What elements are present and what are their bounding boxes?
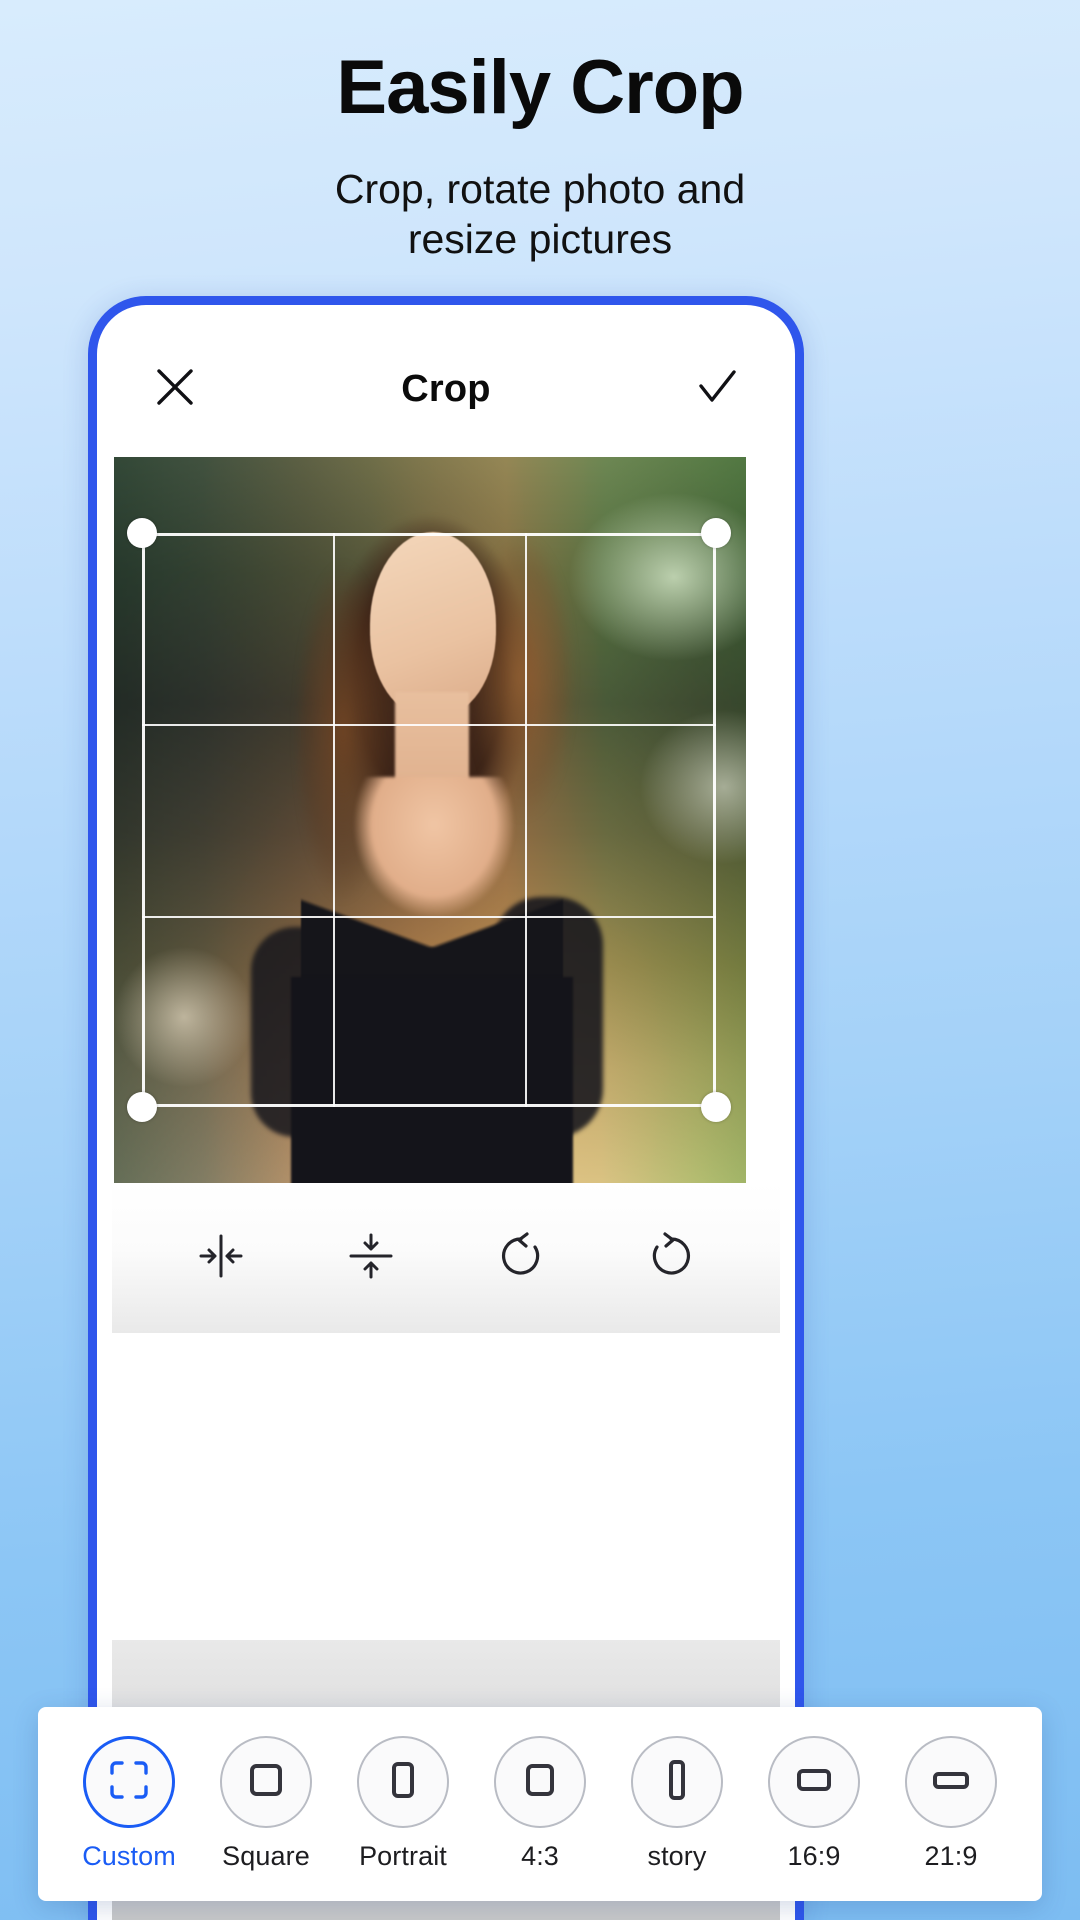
aspect-chip-21-9-label: 21:9 [924, 1841, 978, 1871]
transform-toolbar [112, 1183, 780, 1333]
flip-horizontal-icon [191, 1226, 251, 1291]
crop-handle-bottom-right[interactable] [701, 1092, 731, 1122]
aspect-chip-16-9[interactable]: 16:9 [753, 1736, 875, 1872]
flip-horizontal-button[interactable] [173, 1210, 269, 1306]
ratio-21-9-icon [928, 1757, 974, 1808]
aspect-ratio-bar: Custom Square Portrait 4:3 story 16:9 21… [38, 1707, 1042, 1901]
aspect-chip-portrait[interactable]: Portrait [342, 1736, 464, 1872]
aspect-chip-4-3-ring [494, 1736, 586, 1828]
aspect-chip-portrait-ring [357, 1736, 449, 1828]
rotate-left-button[interactable] [473, 1210, 569, 1306]
crop-handle-top-right[interactable] [701, 518, 731, 548]
story-icon [654, 1757, 700, 1808]
aspect-chip-square-label: Square [222, 1841, 310, 1871]
page-title: Easily Crop [336, 45, 744, 130]
rotate-left-icon [491, 1226, 551, 1291]
ratio-16-9-icon [791, 1757, 837, 1808]
page-subtitle-line-1: Crop, rotate photo and [334, 166, 746, 212]
portrait-icon [380, 1757, 426, 1808]
aspect-chip-21-9-ring [905, 1736, 997, 1828]
crop-gridline-vertical-2 [524, 533, 527, 1107]
aspect-chip-custom-label: Custom [82, 1841, 176, 1871]
checkmark-icon [693, 363, 741, 416]
page-subtitle: Crop, rotate photo and resize pictures [0, 126, 1080, 264]
crop-overlay[interactable] [127, 518, 731, 1122]
close-x-icon [152, 364, 198, 415]
page-subtitle-line-2: resize pictures [407, 216, 673, 263]
crop-edge-right[interactable] [713, 533, 716, 1107]
aspect-chip-story[interactable]: story [616, 1736, 738, 1872]
close-button[interactable] [138, 352, 212, 426]
app-title: Crop [401, 367, 491, 410]
confirm-button[interactable] [680, 352, 754, 426]
aspect-chip-story-label: story [647, 1841, 707, 1871]
flip-vertical-button[interactable] [323, 1210, 419, 1306]
crop-gridline-horizontal-1 [142, 724, 716, 727]
aspect-chip-16-9-ring [768, 1736, 860, 1828]
promo-header: Easily Crop Crop, rotate photo and resiz… [0, 0, 1080, 264]
aspect-chip-custom[interactable]: Custom [68, 1736, 190, 1872]
aspect-chip-16-9-label: 16:9 [787, 1841, 841, 1871]
phone-screen: Crop [112, 321, 780, 1920]
crop-handle-bottom-left[interactable] [127, 1092, 157, 1122]
crop-edge-top[interactable] [142, 533, 716, 536]
aspect-chip-4-3[interactable]: 4:3 [479, 1736, 601, 1872]
ratio-4-3-icon [517, 1757, 563, 1808]
aspect-chip-custom-ring [83, 1736, 175, 1828]
flip-vertical-icon [341, 1226, 401, 1291]
crop-gridline-horizontal-2 [142, 915, 716, 918]
aspect-chip-4-3-label: 4:3 [521, 1841, 559, 1871]
crop-gridline-vertical-1 [333, 533, 336, 1107]
app-header: Crop [112, 321, 780, 457]
aspect-chip-square[interactable]: Square [205, 1736, 327, 1872]
crop-edge-bottom[interactable] [142, 1104, 716, 1107]
crop-stage[interactable] [112, 457, 780, 1183]
aspect-chip-square-ring [220, 1736, 312, 1828]
rotate-right-icon [641, 1226, 701, 1291]
aspect-chip-portrait-label: Portrait [359, 1841, 447, 1871]
square-icon [243, 1757, 289, 1808]
phone-mockup: Crop [88, 296, 804, 1920]
aspect-chip-21-9[interactable]: 21:9 [890, 1736, 1012, 1872]
rotate-right-button[interactable] [623, 1210, 719, 1306]
crop-handle-top-left[interactable] [127, 518, 157, 548]
custom-crop-icon [106, 1757, 152, 1808]
crop-edge-left[interactable] [142, 533, 145, 1107]
aspect-chip-story-ring [631, 1736, 723, 1828]
